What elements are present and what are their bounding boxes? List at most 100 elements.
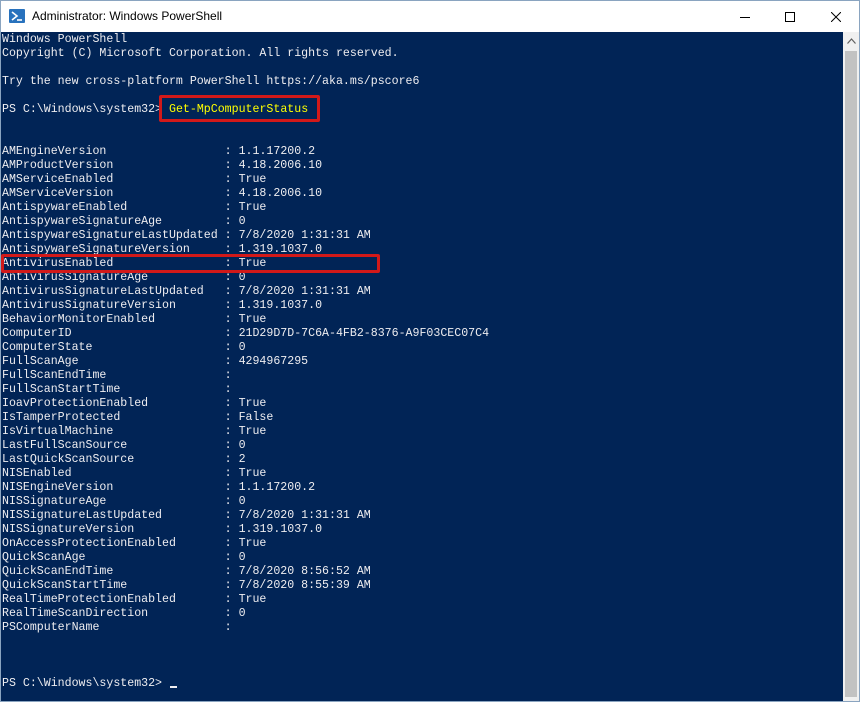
- status-value: 4.18.2006.10: [238, 159, 323, 172]
- status-row: RealTimeScanDirection : 0: [2, 607, 246, 621]
- status-row: AMServiceEnabled : True: [2, 173, 266, 187]
- status-name: AMServiceVersion: [2, 187, 114, 200]
- window-title: Administrator: Windows PowerShell: [32, 9, 223, 23]
- status-separator: :: [127, 201, 239, 214]
- status-name: AMServiceEnabled: [2, 173, 114, 186]
- status-value: True: [238, 537, 267, 550]
- status-separator: :: [106, 369, 239, 382]
- status-name: NISEnabled: [2, 467, 72, 480]
- status-value: True: [238, 201, 267, 214]
- status-value: 1.1.17200.2: [238, 145, 316, 158]
- status-name: IoavProtectionEnabled: [2, 397, 149, 410]
- status-name: NISSignatureVersion: [2, 523, 135, 536]
- vertical-scrollbar[interactable]: [843, 32, 859, 701]
- status-row: FullScanAge : 4294967295: [2, 355, 308, 369]
- status-name: AntivirusSignatureLastUpdated: [2, 285, 204, 298]
- status-separator: :: [217, 229, 239, 242]
- status-value: 1.1.17200.2: [238, 481, 316, 494]
- status-row: IsVirtualMachine : True: [2, 425, 266, 439]
- close-button[interactable]: [813, 1, 858, 32]
- status-value: True: [238, 313, 267, 326]
- status-separator: :: [113, 173, 239, 186]
- status-separator: :: [85, 551, 239, 564]
- status-name: LastQuickScanSource: [2, 453, 135, 466]
- status-separator: :: [106, 145, 239, 158]
- status-value: 7/8/2020 1:31:31 AM: [238, 285, 371, 298]
- close-icon: [830, 11, 841, 22]
- status-value: 7/8/2020 1:31:31 AM: [238, 229, 371, 242]
- status-row: ComputerState : 0: [2, 341, 246, 355]
- status-row: FullScanEndTime :: [2, 369, 239, 383]
- minimize-button[interactable]: [722, 1, 767, 32]
- status-name: NISEngineVersion: [2, 481, 114, 494]
- status-value: 4294967295: [238, 355, 309, 368]
- status-name: AMProductVersion: [2, 159, 114, 172]
- status-value: 1.319.1037.0: [238, 523, 323, 536]
- status-row: PSComputerName :: [2, 621, 239, 635]
- status-row: QuickScanEndTime : 7/8/2020 8:56:52 AM: [2, 565, 371, 579]
- status-separator: :: [148, 397, 239, 410]
- status-row: IoavProtectionEnabled : True: [2, 397, 266, 411]
- status-value: True: [238, 425, 267, 438]
- status-row: NISEngineVersion : 1.1.17200.2: [2, 481, 315, 495]
- status-name: NISSignatureAge: [2, 495, 107, 508]
- status-name: AntivirusSignatureVersion: [2, 299, 176, 312]
- status-name: FullScanStartTime: [2, 383, 121, 396]
- status-separator: :: [113, 481, 239, 494]
- status-separator: :: [134, 523, 239, 536]
- status-name: ComputerID: [2, 327, 72, 340]
- status-separator: :: [203, 285, 239, 298]
- status-row: RealTimeProtectionEnabled : True: [2, 593, 266, 607]
- antivirus-enabled-highlight-box: [1, 254, 380, 273]
- status-row: AMEngineVersion : 1.1.17200.2: [2, 145, 315, 159]
- status-separator: :: [120, 383, 239, 396]
- status-name: RealTimeScanDirection: [2, 607, 149, 620]
- console-output[interactable]: Windows PowerShell Copyright (C) Microso…: [1, 32, 843, 701]
- status-row: ComputerID : 21D29D7D-7C6A-4FB2-8376-A9F…: [2, 327, 489, 341]
- scroll-thumb[interactable]: [845, 51, 857, 697]
- text-cursor: [170, 686, 177, 688]
- status-row: NISSignatureLastUpdated : 7/8/2020 1:31:…: [2, 509, 371, 523]
- status-name: FullScanEndTime: [2, 369, 107, 382]
- status-separator: :: [99, 621, 239, 634]
- status-row: NISSignatureVersion : 1.319.1037.0: [2, 523, 322, 537]
- status-separator: :: [113, 159, 239, 172]
- status-name: QuickScanStartTime: [2, 579, 128, 592]
- status-name: ComputerState: [2, 341, 93, 354]
- status-separator: :: [155, 313, 239, 326]
- scroll-up-button[interactable]: [843, 32, 859, 49]
- status-row: AMProductVersion : 4.18.2006.10: [2, 159, 322, 173]
- powershell-icon[interactable]: [9, 9, 25, 23]
- status-row: QuickScanAge : 0: [2, 551, 246, 565]
- status-name: AntispywareSignatureLastUpdated: [2, 229, 218, 242]
- status-value: 2: [238, 453, 246, 466]
- status-row: NISEnabled : True: [2, 467, 266, 481]
- final-prompt-line: PS C:\Windows\system32>: [2, 677, 177, 691]
- title-bar[interactable]: Administrator: Windows PowerShell: [1, 1, 859, 32]
- status-name: AntispywareSignatureAge: [2, 215, 163, 228]
- status-separator: :: [113, 187, 239, 200]
- status-value: 0: [238, 341, 246, 354]
- status-separator: :: [127, 439, 239, 452]
- status-row: AntivirusSignatureVersion : 1.319.1037.0: [2, 299, 322, 313]
- status-separator: :: [175, 299, 239, 312]
- maximize-button[interactable]: [767, 1, 812, 32]
- status-separator: :: [148, 607, 239, 620]
- status-separator: :: [175, 537, 239, 550]
- status-name: QuickScanEndTime: [2, 565, 114, 578]
- status-separator: :: [71, 467, 239, 480]
- status-value: True: [238, 593, 267, 606]
- maximize-icon: [784, 11, 795, 22]
- status-value: 7/8/2020 8:56:52 AM: [238, 565, 371, 578]
- status-separator: :: [78, 355, 239, 368]
- header-line: Copyright (C) Microsoft Corporation. All…: [2, 47, 399, 60]
- status-value: 0: [238, 439, 246, 452]
- status-row: FullScanStartTime :: [2, 383, 239, 397]
- status-row: OnAccessProtectionEnabled : True: [2, 537, 266, 551]
- status-row: AntivirusSignatureLastUpdated : 7/8/2020…: [2, 285, 371, 299]
- status-value: True: [238, 467, 267, 480]
- status-separator: :: [106, 495, 239, 508]
- status-row: AntispywareEnabled : True: [2, 201, 266, 215]
- status-row: AMServiceVersion : 4.18.2006.10: [2, 187, 322, 201]
- status-value: 1.319.1037.0: [238, 299, 323, 312]
